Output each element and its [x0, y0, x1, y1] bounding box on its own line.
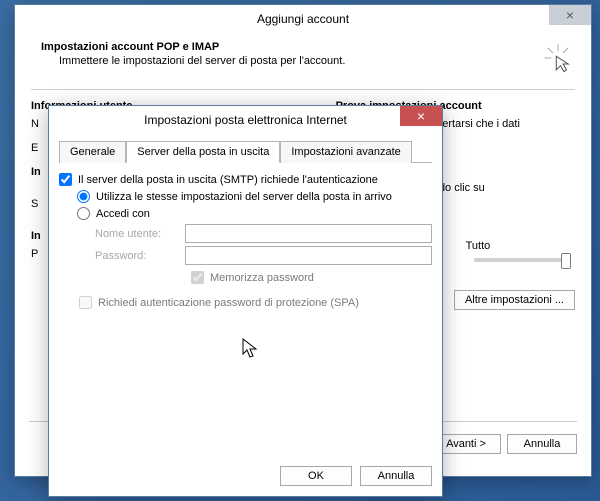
child-close-button[interactable]: × [400, 106, 442, 126]
username-label: Nome utente: [95, 228, 185, 240]
parent-titlebar: Aggiungi account × [15, 5, 591, 33]
login-with-label: Accedi con [96, 208, 150, 220]
smtp-auth-checkbox[interactable] [59, 173, 72, 186]
remember-password-label: Memorizza password [210, 272, 314, 284]
child-titlebar: Impostazioni posta elettronica Internet … [49, 106, 442, 134]
tab-general[interactable]: Generale [59, 141, 126, 163]
use-same-settings-label: Utilizza le stesse impostazioni del serv… [96, 191, 392, 203]
slider-thumb[interactable] [561, 253, 571, 269]
smtp-auth-label: Il server della posta in uscita (SMTP) r… [78, 174, 378, 186]
email-settings-dialog: Impostazioni posta elettronica Internet … [48, 105, 443, 497]
header-title: Impostazioni account POP e IMAP [41, 41, 541, 53]
spa-checkbox[interactable] [79, 296, 92, 309]
tab-outgoing-server[interactable]: Server della posta in uscita [126, 141, 280, 163]
wizard-cursor-icon [541, 41, 575, 75]
spa-label: Richiedi autenticazione password di prot… [98, 297, 359, 309]
child-title: Impostazioni posta elettronica Internet [49, 113, 442, 127]
tab-advanced[interactable]: Impostazioni avanzate [280, 141, 411, 163]
use-same-settings-radio[interactable] [77, 190, 90, 203]
child-cancel-button[interactable]: Annulla [360, 466, 432, 486]
tabstrip: Generale Server della posta in uscita Im… [59, 140, 432, 163]
ok-button[interactable]: OK [280, 466, 352, 486]
parent-close-button[interactable]: × [549, 5, 591, 25]
username-input[interactable] [185, 224, 432, 243]
more-settings-button[interactable]: Altre impostazioni ... [454, 290, 575, 310]
header-subtitle: Immettere le impostazioni del server di … [59, 55, 541, 67]
remember-password-checkbox[interactable] [191, 271, 204, 284]
parent-title: Aggiungi account [15, 12, 591, 26]
parent-cancel-button[interactable]: Annulla [507, 434, 577, 454]
close-icon: × [566, 7, 574, 23]
close-icon: × [417, 108, 425, 124]
password-input[interactable] [185, 246, 432, 265]
offline-slider[interactable] [474, 258, 567, 262]
offline-value: Tutto [466, 240, 491, 252]
password-label: Password: [95, 250, 185, 262]
login-with-radio[interactable] [77, 207, 90, 220]
